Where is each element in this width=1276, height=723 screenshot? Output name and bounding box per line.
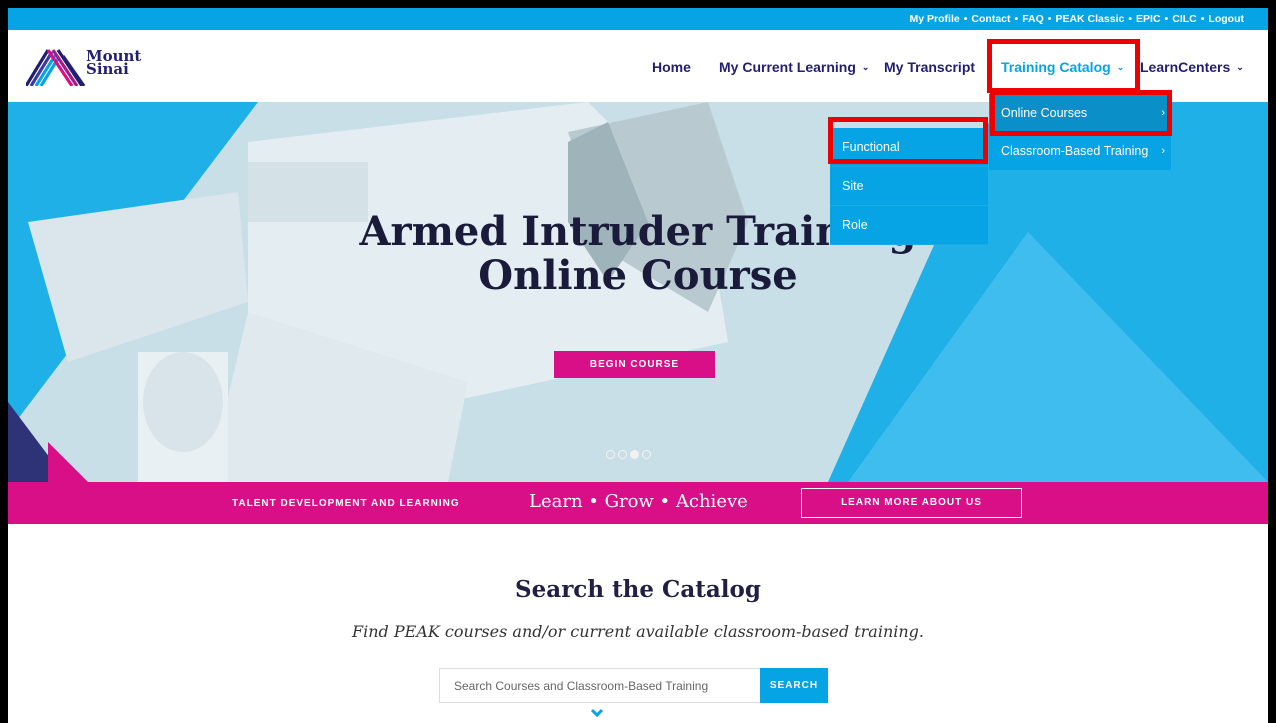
highlight-online-courses xyxy=(990,90,1172,136)
cilc-link[interactable]: CILC xyxy=(1172,13,1197,25)
chevron-down-icon: ⌄ xyxy=(861,62,870,72)
utility-bar: My Profile • Contact • FAQ • PEAK Classic • EPIC… xyxy=(8,8,1268,30)
tagline-band: TALENT DEVELOPMENT AND LEARNING Learn • … xyxy=(8,482,1268,524)
contact-link[interactable]: Contact xyxy=(971,13,1010,25)
carousel-dot[interactable] xyxy=(642,450,651,459)
hero-title-line-1: Armed Intruder Training xyxy=(359,208,917,255)
search-section-title: Search the Catalog xyxy=(515,576,761,603)
chevron-down-icon[interactable] xyxy=(591,708,603,718)
highlight-training-catalog xyxy=(987,39,1140,93)
peak-classic-link[interactable]: PEAK Classic xyxy=(1055,13,1124,25)
carousel-dot-active[interactable] xyxy=(630,450,639,459)
my-profile-link[interactable]: My Profile xyxy=(910,13,960,25)
chevron-down-icon: ⌄ xyxy=(1236,62,1244,72)
menu-item-classroom-based-training[interactable]: Classroom-Based Training › xyxy=(989,132,1171,170)
carousel-dots xyxy=(606,446,654,464)
epic-link[interactable]: EPIC xyxy=(1136,13,1161,25)
logout-link[interactable]: Logout xyxy=(1208,13,1244,25)
utility-links: My Profile • Contact • FAQ • PEAK Classic • EPIC… xyxy=(909,13,1244,25)
nav-learncenters[interactable]: LearnCenters ⌄ xyxy=(1140,59,1244,75)
chevron-right-icon: › xyxy=(1161,145,1165,157)
menu-item-classroom-based-training-label: Classroom-Based Training xyxy=(1001,144,1149,158)
begin-course-button[interactable]: BEGIN COURSE xyxy=(554,351,715,378)
nav-learncenters-label: LearnCenters xyxy=(1140,59,1231,75)
search-button[interactable]: SEARCH xyxy=(760,668,828,703)
nav-home[interactable]: Home xyxy=(652,59,691,75)
nav-my-current-learning[interactable]: My Current Learning ⌄ xyxy=(719,59,869,75)
hero-title: Armed Intruder Training Online Course xyxy=(8,210,1268,298)
submenu-item-site[interactable]: Site xyxy=(830,167,988,206)
learn-more-button[interactable]: LEARN MORE ABOUT US xyxy=(801,488,1022,518)
hero-title-line-2: Online Course xyxy=(478,252,798,299)
carousel-dot[interactable] xyxy=(618,450,627,459)
nav-home-label: Home xyxy=(652,59,691,75)
highlight-functional xyxy=(828,117,988,164)
carousel-dot[interactable] xyxy=(606,450,615,459)
submenu-item-role-label: Role xyxy=(842,218,868,232)
submenu-item-site-label: Site xyxy=(842,179,864,193)
submenu-item-role[interactable]: Role xyxy=(830,206,988,245)
browser-viewport: My Profile • Contact • FAQ • PEAK Classic • EPIC… xyxy=(8,8,1268,723)
catalog-search-input[interactable] xyxy=(439,668,761,703)
band-tagline: Learn • Grow • Achieve xyxy=(529,491,748,512)
search-section-subtitle: Find PEAK courses and/or current availab… xyxy=(351,622,925,641)
faq-link[interactable]: FAQ xyxy=(1022,13,1044,25)
nav-my-transcript-label: My Transcript xyxy=(884,59,976,75)
band-department-label: TALENT DEVELOPMENT AND LEARNING xyxy=(232,498,460,509)
nav-my-transcript[interactable]: My Transcript xyxy=(884,59,975,75)
nav-my-current-learning-label: My Current Learning xyxy=(719,59,856,75)
